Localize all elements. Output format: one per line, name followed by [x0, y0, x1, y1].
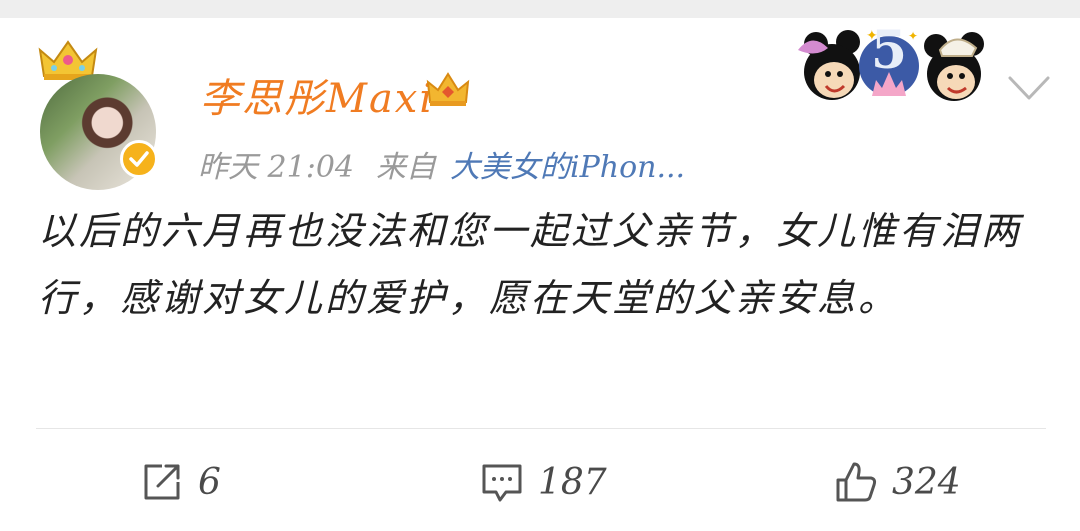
chevron-down-icon[interactable] [1006, 70, 1052, 106]
post-time: 昨天 21:04 [198, 150, 354, 185]
repost-count: 6 [198, 461, 221, 503]
username[interactable]: 李思彤Maxi [200, 66, 434, 124]
source-device-link[interactable]: 大美女的iPhon... [450, 150, 685, 185]
like-count: 324 [892, 461, 961, 503]
divider [36, 428, 1046, 429]
post-meta: 昨天 21:04 来自 大美女的iPhon... [198, 142, 707, 186]
repost-icon [144, 464, 180, 500]
like-button[interactable]: 324 [834, 456, 961, 508]
comment-icon [482, 464, 522, 502]
post-content: 以后的六月再也没法和您一起过父亲节，女儿惟有泪两行，感谢对女儿的爱护，愿在天堂的… [38, 209, 1023, 320]
svg-text:✦: ✦ [908, 29, 918, 43]
avatar-area[interactable] [28, 36, 168, 190]
verified-badge-icon [120, 140, 158, 178]
comment-button[interactable]: 187 [480, 456, 607, 508]
source-prefix: 来自 [376, 150, 436, 185]
repost-button[interactable]: 6 [140, 456, 221, 508]
comment-count: 187 [538, 461, 607, 503]
top-strip [0, 0, 1080, 18]
like-icon [836, 462, 877, 502]
disney-badge-icon[interactable]: 5 ✦ ✦ [776, 24, 1002, 108]
svg-text:✦: ✦ [866, 28, 878, 44]
vip-crown-icon [426, 72, 470, 106]
